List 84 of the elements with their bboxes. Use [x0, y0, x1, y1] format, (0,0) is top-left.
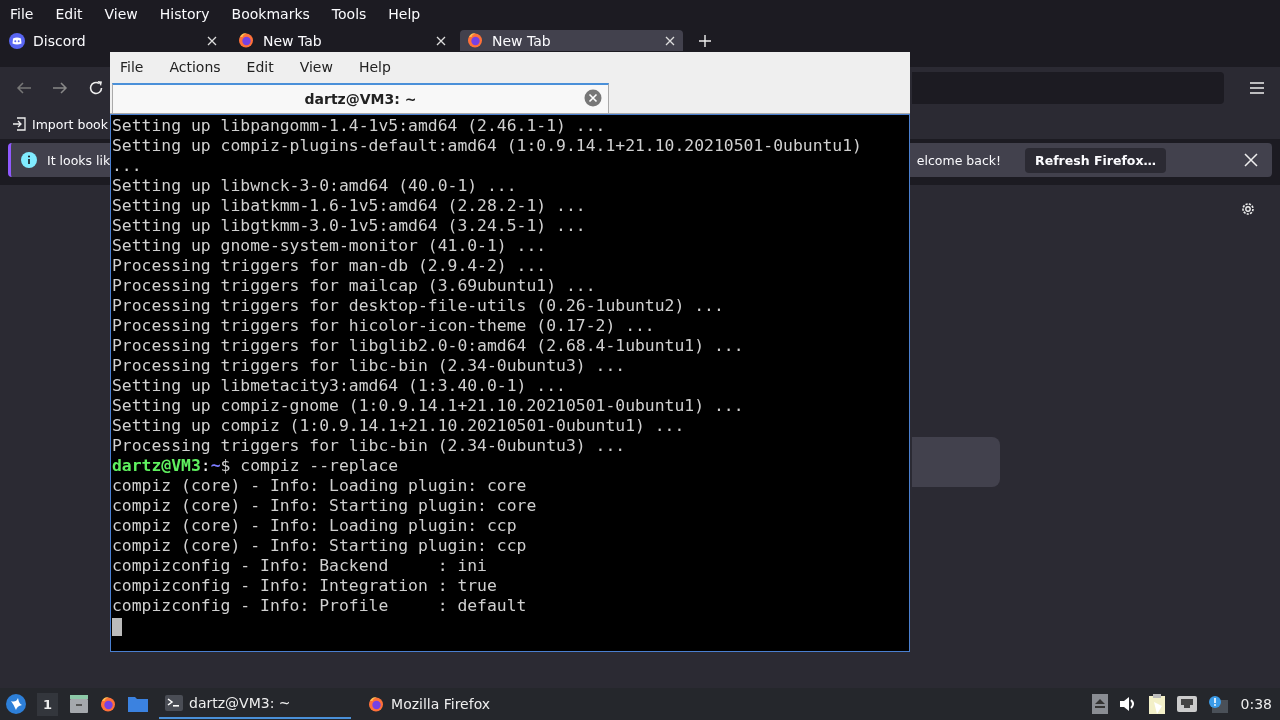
- output-line: Setting up libgtkmm-3.0-1v5:amd64 (3.24.5-1) ...: [112, 216, 587, 236]
- output-line: Processing triggers for mailcap (3.69ubuntu1) ...: [112, 276, 597, 296]
- tab-label: New Tab: [492, 32, 552, 49]
- text-cursor: [112, 617, 122, 636]
- output-line: Processing triggers for hicolor-icon-theme (0.17-2) ...: [112, 316, 656, 336]
- terminal-tab[interactable]: dartz@VM3: ~: [112, 83, 609, 113]
- notification-text: It looks lik: [47, 152, 111, 168]
- tab-label: dartz@VM3: ~: [304, 91, 417, 107]
- output-line: Setting up libatkmm-1.6-1v5:amd64 (2.28.2-1) ...: [112, 196, 587, 216]
- back-icon[interactable]: [16, 81, 32, 95]
- file-cabinet-icon[interactable]: [69, 695, 90, 713]
- menu-item[interactable]: Bookmarks: [231, 5, 310, 22]
- taskbar-task[interactable]: dartz@VM3: ~: [159, 689, 352, 719]
- output-line: Processing triggers for libc-bin (2.34-0ubuntu3) ...: [112, 436, 627, 456]
- reload-icon[interactable]: [88, 80, 104, 96]
- close-icon[interactable]: [207, 35, 217, 46]
- prompt-user: dartz@VM3: [112, 456, 201, 475]
- output-line: Setting up libpangomm-1.4-1v5:amd64 (2.46.1-1) ...: [112, 116, 607, 136]
- search-field[interactable]: [912, 437, 1000, 487]
- firefox-icon: [368, 695, 386, 713]
- output-line: Processing triggers for libc-bin (2.34-0ubuntu3) ...: [112, 356, 627, 376]
- browser-tab[interactable]: New Tab: [231, 30, 454, 51]
- menu-item[interactable]: Help: [358, 59, 391, 75]
- start-menu-icon[interactable]: [6, 694, 26, 714]
- terminal-icon: [165, 695, 184, 711]
- firefox-icon[interactable]: [100, 695, 118, 713]
- notification-text: elcome back!: [916, 152, 1002, 168]
- refresh-button[interactable]: Refresh Firefox…: [1025, 147, 1166, 173]
- network-icon[interactable]: [1176, 696, 1197, 712]
- output-line: compizconfig - Info: Integration : true: [112, 576, 498, 596]
- workspace-switcher[interactable]: 1: [37, 692, 59, 716]
- command-text: $ compiz --replace: [220, 456, 399, 475]
- output-line: Setting up compiz (1:0.9.14.1+21.10.20210501-0ubuntu1) ...: [112, 416, 686, 436]
- tab-label: Discord: [33, 32, 87, 49]
- output-line: Processing triggers for desktop-file-utils (0.26-1ubuntu2) ...: [112, 296, 725, 316]
- menu-item[interactable]: Tools: [331, 5, 367, 22]
- output-line: compizconfig - Info: Profile : default: [112, 596, 528, 616]
- new-tab-icon[interactable]: [699, 35, 711, 47]
- discord-icon: [9, 32, 25, 49]
- close-icon[interactable]: [436, 35, 446, 46]
- output-line: compiz (core) - Info: Starting plugin: core: [112, 496, 538, 516]
- output-line: Processing triggers for libglib2.0-0:amd64 (2.68.4-1ubuntu1) ...: [112, 336, 745, 356]
- menu-item[interactable]: Edit: [246, 59, 274, 75]
- volume-icon[interactable]: [1118, 696, 1137, 712]
- menu-item[interactable]: Actions: [169, 59, 221, 75]
- close-icon[interactable]: [665, 35, 675, 46]
- menu-item[interactable]: Help: [388, 5, 421, 22]
- output-line: Setting up compiz-plugins-default:amd64 (1:0.9.14.1+21.10.20210501-0ubuntu1): [112, 136, 863, 156]
- settings-icon[interactable]: [1240, 201, 1256, 217]
- menu-icon[interactable]: [1250, 82, 1264, 94]
- folder-icon[interactable]: [128, 696, 149, 712]
- notification-icon[interactable]: [1207, 695, 1228, 713]
- output-line: ...: [112, 156, 143, 176]
- output-line: compizconfig - Info: Backend : ini: [112, 556, 488, 576]
- bookmark-item[interactable]: Import book: [12, 116, 108, 132]
- clock[interactable]: 0:38: [1240, 696, 1272, 712]
- browser-tab[interactable]: New Tab: [460, 30, 683, 51]
- output-line: Setting up libwnck-3-0:amd64 (40.0-1) ...: [112, 176, 518, 196]
- output-line: Processing triggers for man-db (2.9.4-2) ...: [112, 256, 548, 276]
- menu-item[interactable]: File: [120, 59, 144, 75]
- menu-item[interactable]: History: [159, 5, 210, 22]
- import-icon: [12, 117, 26, 131]
- menu-item[interactable]: View: [104, 5, 138, 22]
- forward-icon[interactable]: [52, 81, 68, 95]
- clipboard-icon[interactable]: [1147, 694, 1166, 714]
- output-line: compiz (core) - Info: Starting plugin: ccp: [112, 536, 528, 556]
- menu-item[interactable]: Edit: [55, 5, 83, 22]
- menu-item[interactable]: View: [299, 59, 333, 75]
- firefox-icon: [467, 32, 484, 49]
- taskbar-task[interactable]: Mozilla Firefox: [362, 689, 555, 719]
- prompt-separator: :: [200, 456, 211, 475]
- firefox-icon: [238, 32, 255, 49]
- close-icon[interactable]: [1244, 153, 1258, 167]
- menu-item[interactable]: File: [10, 5, 34, 22]
- output-line: Setting up gnome-system-monitor (41.0-1) ...: [112, 236, 548, 256]
- info-icon: [21, 152, 37, 168]
- eject-icon[interactable]: [1091, 694, 1108, 714]
- output-line: compiz (core) - Info: Loading plugin: ccp: [112, 516, 518, 536]
- browser-tab[interactable]: Discord: [2, 30, 225, 51]
- output-line: Setting up compiz-gnome (1:0.9.14.1+21.10.20210501-0ubuntu1) ...: [112, 396, 745, 416]
- tab-label: New Tab: [263, 32, 323, 49]
- output-line: compiz (core) - Info: Loading plugin: core: [112, 476, 528, 496]
- output-line: Setting up libmetacity3:amd64 (1:3.40.0-1) ...: [112, 376, 567, 396]
- prompt-path: ~: [210, 456, 221, 475]
